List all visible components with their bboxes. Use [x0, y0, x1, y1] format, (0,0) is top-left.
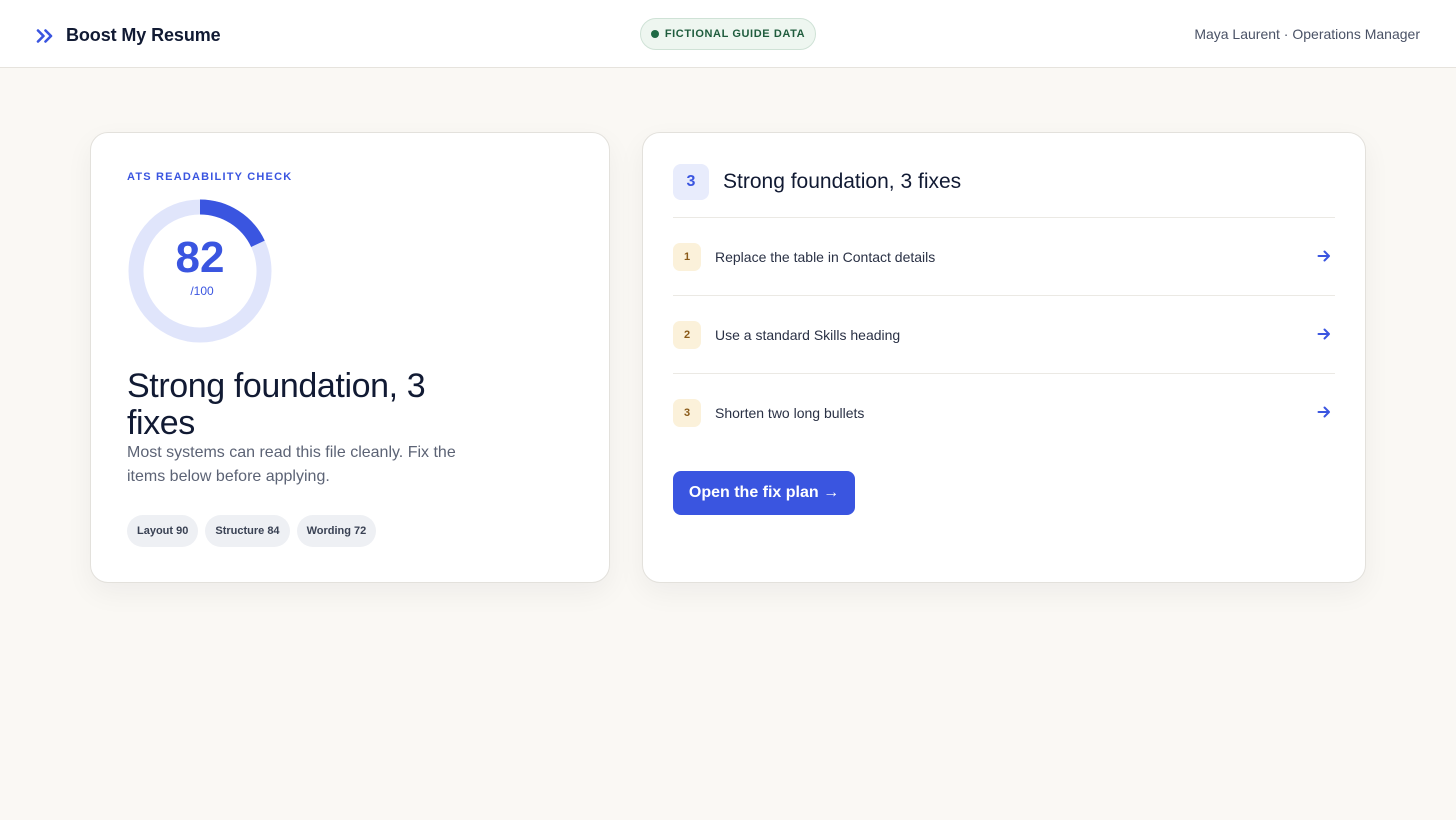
fix-count-badge: 3 — [673, 164, 709, 200]
fixes-card: 3 Strong foundation, 3 fixes 1 Replace t… — [642, 132, 1366, 583]
brand[interactable]: Boost My Resume — [36, 25, 221, 46]
fix-label: Shorten two long bullets — [715, 404, 865, 421]
score-gauge: 82 /100 — [127, 198, 273, 344]
score-value: 82 — [175, 233, 225, 282]
arrow-right-icon[interactable] — [1317, 249, 1331, 268]
fixes-header: 3 Strong foundation, 3 fixes — [673, 164, 961, 200]
fix-number: 1 — [673, 242, 701, 271]
arrow-right-icon[interactable] — [1317, 405, 1331, 424]
fixes-title: Strong foundation, 3 fixes — [723, 170, 962, 193]
ats-score-card: ATS READABILITY CHECK 82 /100 Strong fou… — [90, 132, 610, 583]
score-max: /100 — [190, 284, 214, 298]
fix-item[interactable]: 3 Shorten two long bullets — [673, 373, 1335, 451]
fictional-data-badge: FICTIONAL GUIDE DATA — [640, 18, 816, 50]
status-dot-icon — [650, 30, 659, 38]
score-description: Most systems can read this file cleanly.… — [127, 444, 456, 485]
top-bar: Boost My Resume FICTIONAL GUIDE DATA May… — [0, 0, 1456, 68]
badge-label: FICTIONAL GUIDE DATA — [664, 28, 806, 40]
score-headline: Strong foundation, 3 fixes — [127, 367, 426, 442]
chip-wording: Wording 72 — [296, 515, 377, 547]
fix-label: Replace the table in Contact details — [715, 248, 936, 265]
open-fix-plan-button[interactable]: Open the fix plan → — [673, 471, 855, 515]
chip-layout: Layout 90 — [127, 515, 199, 547]
fix-number: 3 — [673, 398, 701, 427]
chip-structure: Structure 84 — [205, 515, 290, 547]
subscore-chips: Layout 90 Structure 84 Wording 72 — [127, 515, 377, 547]
double-chevron-right-icon — [36, 28, 54, 43]
user-identity: Maya Laurent · Operations Manager — [1194, 26, 1420, 42]
fix-list: 1 Replace the table in Contact details 2… — [673, 217, 1335, 451]
fix-number: 2 — [673, 320, 701, 349]
fix-label: Use a standard Skills heading — [715, 326, 901, 343]
fix-item[interactable]: 1 Replace the table in Contact details — [673, 217, 1335, 295]
fix-item[interactable]: 2 Use a standard Skills heading — [673, 295, 1335, 373]
brand-name: Boost My Resume — [66, 25, 221, 45]
card-eyebrow: ATS READABILITY CHECK — [127, 171, 293, 183]
arrow-right-icon[interactable] — [1317, 327, 1331, 346]
